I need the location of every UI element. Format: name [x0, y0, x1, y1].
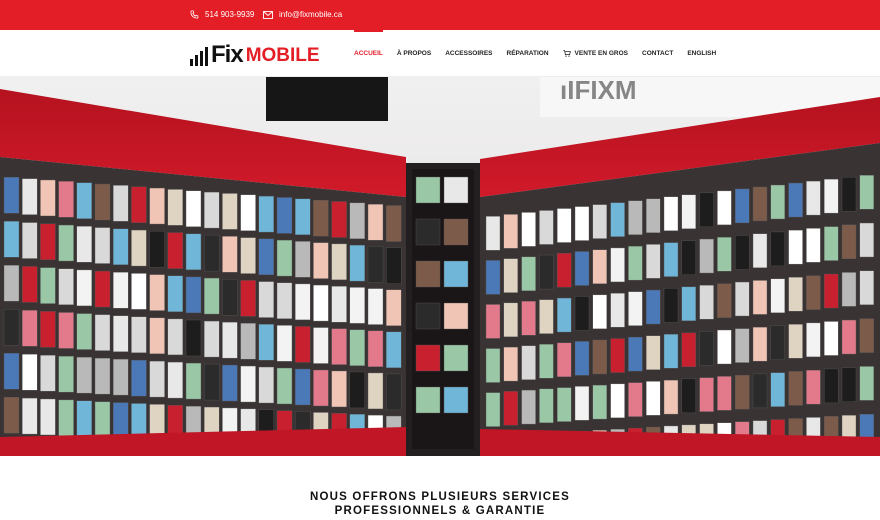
- cart-icon: [562, 50, 571, 57]
- store-display-illustration: ıIFIXM: [0, 77, 880, 456]
- phone-number[interactable]: 514 903-9939: [205, 10, 254, 19]
- email-contact[interactable]: info@fixmobile.ca: [263, 10, 342, 19]
- nav-reparation[interactable]: RÉPARATION: [507, 30, 549, 77]
- signal-bars-icon: [190, 44, 208, 66]
- nav-accueil[interactable]: ACCUEIL: [354, 30, 383, 77]
- envelope-icon: [263, 10, 273, 19]
- nav-accessoires[interactable]: ACCESSOIRES: [445, 30, 492, 77]
- fixmobile-logo[interactable]: Fix MOBILE: [190, 41, 320, 68]
- services-heading: NOUS OFFRONS PLUSIEURS SERVICES PROFESSI…: [0, 490, 880, 518]
- main-nav: ACCUEIL À PROPOS ACCESSOIRES RÉPARATION …: [354, 30, 730, 77]
- services-section: NOUS OFFRONS PLUSIEURS SERVICES PROFESSI…: [0, 456, 880, 520]
- top-contact-bar: 514 903-9939 info@fixmobile.ca: [0, 0, 880, 30]
- nav-a-propos[interactable]: À PROPOS: [397, 30, 431, 77]
- nav-vente-en-gros-label: VENTE EN GROS: [574, 50, 629, 57]
- nav-contact[interactable]: CONTACT: [642, 30, 673, 77]
- hero-store-image: ıIFIXM: [0, 77, 880, 456]
- services-heading-line1: NOUS OFFRONS PLUSIEURS SERVICES: [310, 491, 570, 503]
- nav-vente-en-gros[interactable]: VENTE EN GROS: [562, 30, 629, 77]
- services-heading-line2: PROFESSIONNELS & GARANTIE: [334, 505, 546, 517]
- logo-text-mobile: MOBILE: [245, 45, 320, 66]
- site-header: Fix MOBILE ACCUEIL À PROPOS ACCESSOIRES …: [0, 30, 880, 77]
- nav-english[interactable]: ENGLISH: [687, 30, 716, 77]
- phone-contact[interactable]: 514 903-9939: [190, 10, 254, 19]
- logo-text-fix: Fix: [211, 41, 244, 68]
- phone-icon: [190, 10, 199, 19]
- svg-text:ıIFIXM: ıIFIXM: [560, 77, 637, 105]
- email-address[interactable]: info@fixmobile.ca: [279, 10, 342, 19]
